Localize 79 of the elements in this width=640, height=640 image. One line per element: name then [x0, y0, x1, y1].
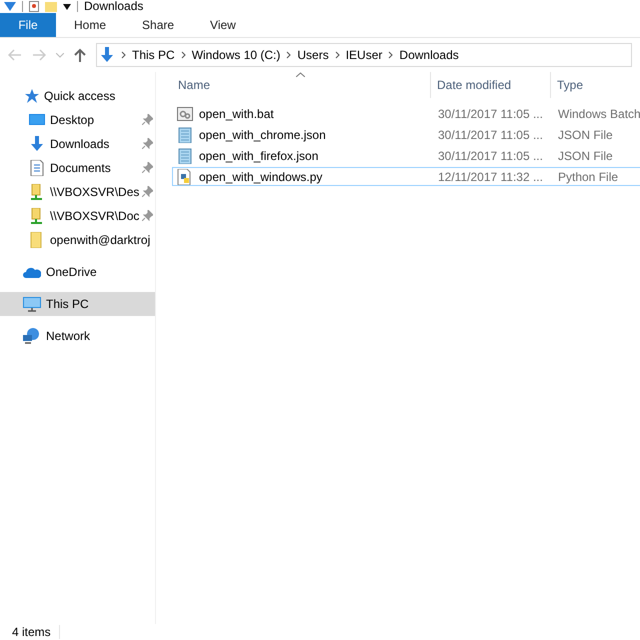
- breadcrumb-item[interactable]: This PC: [132, 48, 175, 62]
- file-row[interactable]: open_with.bat 30/11/2017 11:05 ... Windows Batch: [172, 104, 640, 123]
- file-name: open_with_firefox.json: [199, 148, 318, 162]
- file-row[interactable]: open_with_firefox.json 30/11/2017 11:05 ... JSON File: [172, 146, 640, 165]
- sidebar-item[interactable]: This PC: [0, 292, 155, 316]
- type-cell-text: Windows Batch: [557, 106, 640, 122]
- status-text: 4 items: [12, 625, 60, 639]
- file-row[interactable]: open_with_windows.py 12/11/2017 11:32 ... Python File: [172, 167, 640, 186]
- item-label: Downloads: [50, 137, 110, 151]
- column-header[interactable]: Name: [172, 72, 431, 98]
- pin-icon[interactable]: [142, 138, 153, 149]
- ribbon-tab[interactable]: Share: [124, 13, 192, 37]
- item-label: \\VBOXSVR\Des: [50, 185, 140, 199]
- ribbon-tab[interactable]: View: [192, 13, 254, 37]
- file-tab[interactable]: File: [0, 13, 56, 37]
- sidebar-item[interactable]: Desktop: [0, 108, 155, 132]
- date-cell-text: 30/11/2017 11:05 ...: [437, 148, 544, 164]
- type-cell-text: Python File: [557, 168, 620, 185]
- sidebar-item[interactable]: Network: [0, 324, 155, 348]
- breadcrumb-item[interactable]: Windows 10 (C:): [192, 48, 280, 62]
- chevron-icon[interactable]: [286, 51, 292, 59]
- up-arrow-icon[interactable]: [74, 48, 86, 62]
- date-cell-text: 30/11/2017 11:05 ...: [437, 126, 544, 143]
- pin-icon[interactable]: [142, 210, 153, 221]
- breadcrumb-item[interactable]: IEUser: [346, 48, 382, 62]
- chevron-icon[interactable]: [180, 51, 186, 59]
- document-icon: [29, 160, 45, 176]
- dropdown-icon[interactable]: [63, 4, 71, 10]
- file-name: open_with.bat: [199, 106, 274, 120]
- python-file-icon: [177, 168, 193, 184]
- network-folder-icon: [29, 184, 45, 200]
- pin-icon[interactable]: [142, 114, 153, 125]
- type-cell-text: JSON File: [557, 126, 614, 143]
- notepad-icon: [177, 126, 193, 142]
- network-icon: [23, 328, 41, 344]
- item-label: Quick access: [44, 89, 116, 103]
- properties-icon[interactable]: [29, 1, 39, 12]
- sidebar-item[interactable]: \\VBOXSVR\Des: [0, 180, 155, 204]
- sidebar-item[interactable]: \\VBOXSVR\Doc: [0, 204, 155, 228]
- notepad-icon: [177, 148, 193, 164]
- gear-file-icon: [177, 106, 193, 122]
- breadcrumb-item[interactable]: Users: [297, 48, 329, 62]
- chevron-icon[interactable]: [121, 51, 126, 59]
- pin-icon[interactable]: [142, 186, 153, 197]
- window-title: Downloads: [84, 0, 144, 13]
- file-row[interactable]: open_with_chrome.json 30/11/2017 11:05 ... JSON File: [172, 125, 640, 144]
- ribbon-tab[interactable]: Home: [56, 13, 124, 37]
- star-icon: [23, 88, 39, 104]
- item-label: \\VBOXSVR\Doc: [50, 209, 140, 223]
- sidebar-item[interactable]: Downloads: [0, 132, 155, 156]
- sidebar-item[interactable]: Quick access: [0, 84, 155, 108]
- file-name: open_with_chrome.json: [199, 128, 326, 142]
- chevron-icon[interactable]: [334, 51, 340, 59]
- column-header[interactable]: Type: [551, 72, 640, 98]
- date-cell-text: 12/11/2017 11:32 ...: [437, 168, 544, 185]
- item-label: This PC: [46, 297, 89, 311]
- date-cell-text: 30/11/2017 11:05 ...: [437, 106, 544, 122]
- down-arrow-icon: [99, 47, 115, 63]
- item-label: Documents: [50, 161, 111, 175]
- sidebar-item[interactable]: OneDrive: [0, 260, 155, 284]
- sidebar-item[interactable]: Documents: [0, 156, 155, 180]
- item-label: openwith@darktroj: [50, 233, 150, 247]
- item-label: Network: [46, 329, 90, 343]
- item-label: Desktop: [50, 113, 94, 127]
- cloud-icon: [23, 266, 41, 278]
- item-label: OneDrive: [46, 265, 97, 279]
- type-cell-text: JSON File: [557, 148, 614, 164]
- breadcrumb-item[interactable]: Downloads: [399, 48, 459, 62]
- chevron-icon[interactable]: [388, 51, 394, 59]
- down-arrow-icon: [29, 136, 45, 152]
- monitor-icon: [29, 112, 45, 128]
- sidebar-item[interactable]: openwith@darktroj: [0, 228, 155, 252]
- down-arrow-icon[interactable]: [4, 2, 16, 12]
- pin-icon[interactable]: [142, 162, 153, 173]
- address-bar[interactable]: This PC Windows 10 (C:) Users IEUser Downloads: [96, 43, 632, 67]
- computer-icon: [23, 296, 41, 312]
- network-folder-icon: [29, 208, 45, 224]
- column-header[interactable]: Date modified: [431, 72, 551, 98]
- file-name: open_with_windows.py: [199, 170, 322, 184]
